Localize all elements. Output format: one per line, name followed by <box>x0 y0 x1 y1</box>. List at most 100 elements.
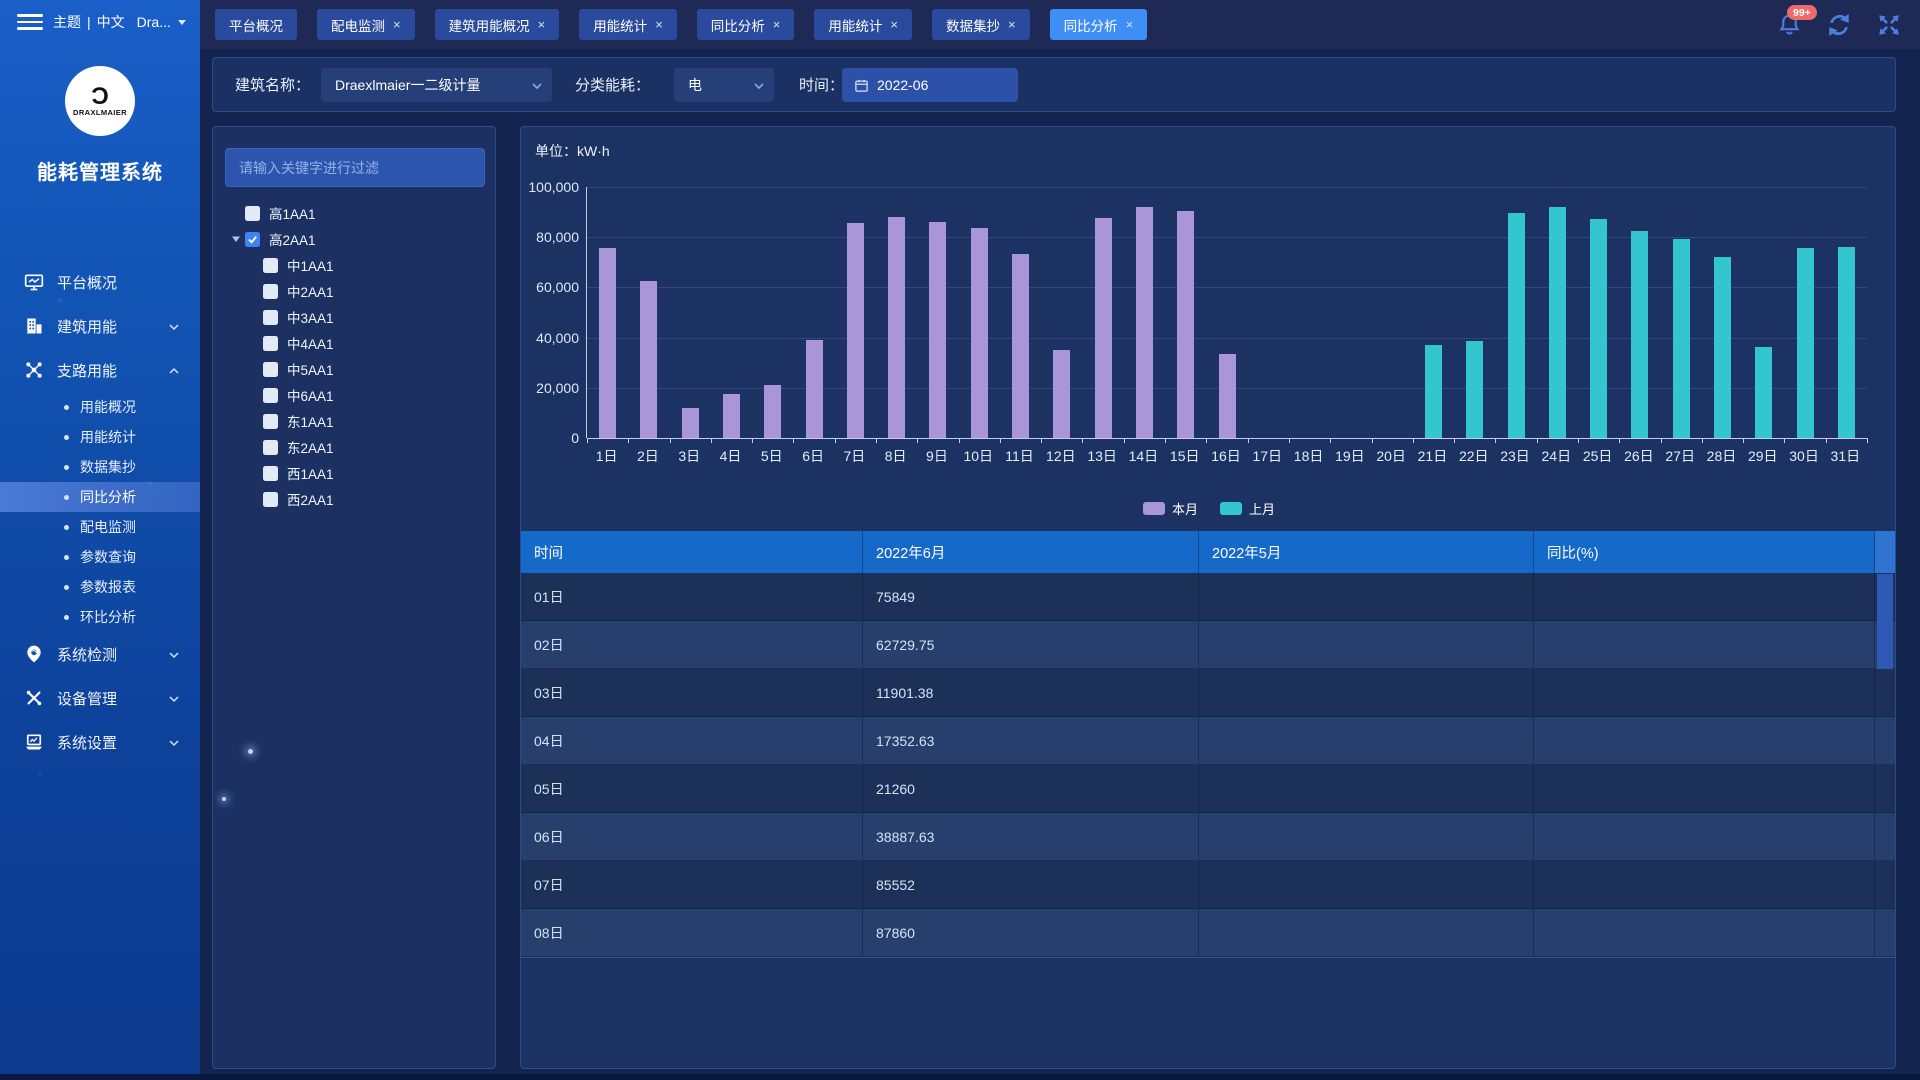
chevron-down-icon <box>168 648 180 665</box>
bar-上月-27日 <box>1673 239 1690 438</box>
logo-brand: DRAXLMAIER <box>73 108 127 117</box>
bar-上月-30日 <box>1797 248 1814 438</box>
tree-node-中4AA1[interactable]: 中4AA1 <box>213 330 497 356</box>
tree-node-中2AA1[interactable]: 中2AA1 <box>213 278 497 304</box>
tree-node-中1AA1[interactable]: 中1AA1 <box>213 252 497 278</box>
checkbox-中5AA1[interactable] <box>263 362 278 377</box>
x-axis-tick <box>1826 438 1827 443</box>
bar-本月-10日 <box>971 228 988 438</box>
x-axis-tick <box>793 438 794 443</box>
fullscreen-icon[interactable] <box>1876 12 1902 38</box>
notification-bell-icon[interactable]: 99+ <box>1777 12 1802 37</box>
time-input[interactable]: 2022-06 <box>842 68 1018 102</box>
sidebar-subitem-数据集抄[interactable]: 数据集抄 <box>0 452 200 482</box>
checkbox-西2AA1[interactable] <box>263 492 278 507</box>
table-cell <box>1199 669 1534 717</box>
tab-close-icon[interactable]: × <box>890 18 898 31</box>
bar-本月-1日 <box>599 248 616 438</box>
tree-node-西1AA1[interactable]: 西1AA1 <box>213 460 497 486</box>
theme-label[interactable]: 主题 <box>53 12 81 32</box>
building-select[interactable]: Draexlmaier一二级计量 <box>321 68 552 102</box>
sidebar-subitem-用能统计[interactable]: 用能统计 <box>0 422 200 452</box>
checkbox-中1AA1[interactable] <box>263 258 278 273</box>
tree-node-高2AA1[interactable]: 高2AA1 <box>213 226 497 252</box>
bar-本月-11日 <box>1012 254 1029 438</box>
tab-建筑用能概况[interactable]: 建筑用能概况× <box>435 9 560 40</box>
table-row-gutter <box>1875 813 1895 861</box>
x-axis-label: 5日 <box>751 446 793 466</box>
hamburger-menu-icon[interactable] <box>17 10 43 35</box>
sidebar-subitem-同比分析[interactable]: 同比分析 <box>0 482 200 512</box>
table-row-gutter <box>1875 765 1895 813</box>
sidebar-menu: 平台概况建筑用能支路用能用能概况用能统计数据集抄同比分析配电监测参数查询参数报表… <box>0 260 200 764</box>
tab-用能统计[interactable]: 用能统计× <box>579 9 677 40</box>
tree-filter-input[interactable] <box>225 148 485 187</box>
tab-同比分析[interactable]: 同比分析× <box>1050 9 1148 40</box>
tree-expand-icon[interactable] <box>227 234 245 244</box>
user-menu[interactable]: Dra... <box>137 14 187 30</box>
x-axis-label: 26日 <box>1618 446 1660 466</box>
tab-label: 用能统计 <box>828 15 882 35</box>
checkbox-中3AA1[interactable] <box>263 310 278 325</box>
checkbox-东2AA1[interactable] <box>263 440 278 455</box>
table-scrollbar-thumb[interactable] <box>1877 574 1893 669</box>
checkbox-中2AA1[interactable] <box>263 284 278 299</box>
tab-close-icon[interactable]: × <box>655 18 663 31</box>
sidebar-item-系统设置[interactable]: 系统设置 <box>0 720 200 764</box>
tree-node-中5AA1[interactable]: 中5AA1 <box>213 356 497 382</box>
tab-同比分析[interactable]: 同比分析× <box>697 9 795 40</box>
gridline <box>587 187 1867 188</box>
tab-配电监测[interactable]: 配电监测× <box>317 9 415 40</box>
sidebar-subitem-参数查询[interactable]: 参数查询 <box>0 542 200 572</box>
sidebar-subitem-用能概况[interactable]: 用能概况 <box>0 392 200 422</box>
sidebar-subitem-配电监测[interactable]: 配电监测 <box>0 512 200 542</box>
tree-node-label: 中6AA1 <box>287 385 334 405</box>
refresh-icon[interactable] <box>1826 12 1852 38</box>
sidebar-subitem-label: 参数报表 <box>80 577 136 597</box>
legend-item-本月[interactable]: 本月 <box>1143 499 1198 518</box>
checkbox-东1AA1[interactable] <box>263 414 278 429</box>
tab-数据集抄[interactable]: 数据集抄× <box>932 9 1030 40</box>
tree-node-东1AA1[interactable]: 东1AA1 <box>213 408 497 434</box>
checkbox-中4AA1[interactable] <box>263 336 278 351</box>
x-axis-label: 8日 <box>875 446 917 466</box>
legend-item-上月[interactable]: 上月 <box>1220 499 1275 518</box>
checkbox-高2AA1[interactable] <box>245 232 260 247</box>
tab-close-icon[interactable]: × <box>773 18 781 31</box>
tab-close-icon[interactable]: × <box>393 18 401 31</box>
sidebar-item-设备管理[interactable]: 设备管理 <box>0 676 200 720</box>
tab-close-icon[interactable]: × <box>538 18 546 31</box>
tree-node-中3AA1[interactable]: 中3AA1 <box>213 304 497 330</box>
y-axis-tick-label: 0 <box>521 430 579 446</box>
tab-用能统计[interactable]: 用能统计 × <box>814 9 912 40</box>
tree-node-东2AA1[interactable]: 东2AA1 <box>213 434 497 460</box>
checkbox-高1AA1[interactable] <box>245 206 260 221</box>
tab-close-icon[interactable]: × <box>1008 18 1016 31</box>
tab-平台概况[interactable]: 平台概况 <box>215 9 297 40</box>
checkbox-西1AA1[interactable] <box>263 466 278 481</box>
sidebar-subitem-参数报表[interactable]: 参数报表 <box>0 572 200 602</box>
table-cell <box>1534 861 1875 909</box>
energy-select[interactable]: 电 <box>674 68 774 102</box>
x-axis-label: 2日 <box>627 446 669 466</box>
checkbox-中6AA1[interactable] <box>263 388 278 403</box>
x-axis-tick <box>1537 438 1538 443</box>
sidebar-item-支路用能[interactable]: 支路用能 <box>0 348 200 392</box>
sidebar-item-建筑用能[interactable]: 建筑用能 <box>0 304 200 348</box>
tree-node-高1AA1[interactable]: 高1AA1 <box>213 200 497 226</box>
x-axis-label: 3日 <box>668 446 710 466</box>
sidebar-item-平台概况[interactable]: 平台概况 <box>0 260 200 304</box>
sidebar-subitem-环比分析[interactable]: 环比分析 <box>0 602 200 632</box>
x-axis-label: 28日 <box>1700 446 1742 466</box>
chart-legend: 本月 上月 <box>521 499 1897 518</box>
tree-node-西2AA1[interactable]: 西2AA1 <box>213 486 497 512</box>
language-label[interactable]: 中文 <box>97 12 125 32</box>
sidebar-item-label: 支路用能 <box>57 360 117 381</box>
x-axis-label: 16日 <box>1205 446 1247 466</box>
bar-上月-21日 <box>1425 345 1442 438</box>
sidebar-item-系统检测[interactable]: 系统检测 <box>0 632 200 676</box>
table-cell: 03日 <box>521 669 863 717</box>
sidebar-subitem-label: 配电监测 <box>80 517 136 537</box>
tree-node-中6AA1[interactable]: 中6AA1 <box>213 382 497 408</box>
tab-close-icon[interactable]: × <box>1126 18 1134 31</box>
